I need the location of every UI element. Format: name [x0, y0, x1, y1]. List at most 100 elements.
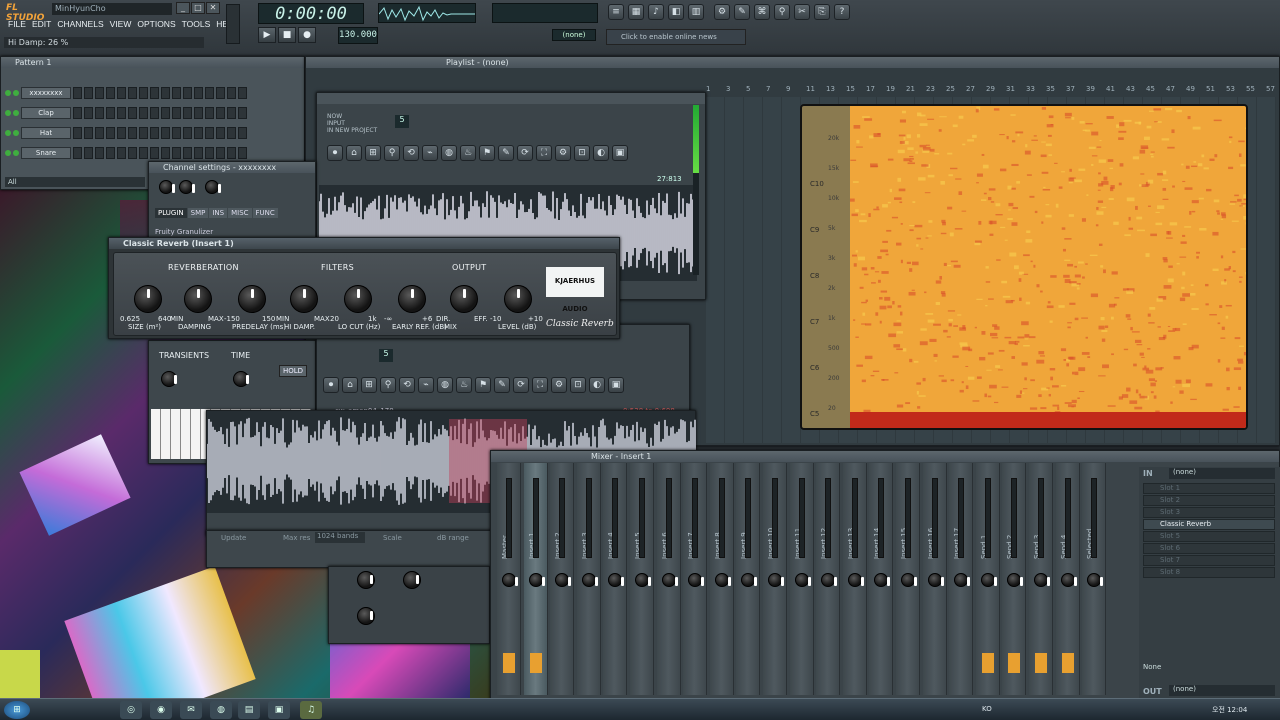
volume-fader[interactable] — [665, 478, 672, 558]
step-button[interactable] — [139, 107, 148, 119]
channel-led[interactable] — [13, 130, 19, 136]
sampler-tool-icon[interactable]: ⚑ — [479, 145, 495, 161]
tab-plugin[interactable]: PLUGIN — [155, 208, 187, 218]
mixer-strip[interactable]: Send 4 — [1055, 463, 1080, 695]
step-button[interactable] — [183, 87, 192, 99]
step-button[interactable] — [106, 107, 115, 119]
sampler-tool-icon[interactable]: ♨ — [460, 145, 476, 161]
step-button[interactable] — [183, 127, 192, 139]
volume-fader[interactable] — [745, 478, 752, 558]
channel-filter[interactable]: All — [5, 177, 145, 187]
step-button[interactable] — [84, 87, 93, 99]
pan-knob[interactable] — [1087, 573, 1104, 587]
step-button[interactable] — [205, 87, 214, 99]
sampler2-number[interactable]: 5 — [379, 349, 393, 362]
step-grid[interactable] — [73, 87, 247, 99]
pattern-selector[interactable]: (none) — [552, 29, 596, 41]
mixer-strip[interactable]: Insert 4 — [603, 463, 628, 695]
output-select[interactable]: (none) — [1169, 685, 1275, 696]
volume-fader[interactable] — [825, 478, 832, 558]
volume-fader[interactable] — [772, 478, 778, 558]
hold-button[interactable]: HOLD — [279, 365, 307, 377]
step-button[interactable] — [227, 127, 236, 139]
volume-fader[interactable] — [958, 478, 965, 558]
sampler-tool-icon[interactable]: ⌂ — [342, 377, 358, 393]
step-button[interactable] — [84, 127, 93, 139]
pan-knob[interactable] — [1034, 573, 1050, 587]
mixer-strip[interactable]: Insert 14 — [869, 463, 894, 695]
knob-c[interactable] — [357, 607, 375, 625]
sampler-tool-icon[interactable]: ⟲ — [399, 377, 415, 393]
step-button[interactable] — [172, 87, 181, 99]
pan-knob[interactable] — [555, 573, 572, 587]
channel-name[interactable]: xxxxxxxx — [21, 87, 71, 99]
tab-misc[interactable]: MISC — [228, 208, 252, 218]
step-button[interactable] — [172, 147, 181, 159]
step-button[interactable] — [139, 127, 148, 139]
step-button[interactable] — [150, 87, 159, 99]
sampler-tool-icon[interactable]: ◐ — [593, 145, 609, 161]
mixer-strip[interactable]: Insert 16 — [922, 463, 947, 695]
volume-fader[interactable] — [1064, 478, 1071, 558]
input-select[interactable]: (none) — [1169, 468, 1275, 479]
mixer-strip[interactable]: Send 2 — [1002, 463, 1027, 695]
pan-knob[interactable] — [159, 180, 175, 194]
volume-fader[interactable] — [851, 478, 858, 558]
maximize-button[interactable]: □ — [191, 2, 205, 14]
step-button[interactable] — [84, 147, 93, 159]
step-button[interactable] — [238, 147, 247, 159]
pan-knob[interactable] — [874, 573, 891, 587]
menu-channels[interactable]: CHANNELS — [57, 19, 103, 31]
step-button[interactable] — [117, 127, 126, 139]
sampler-tool-icon[interactable]: ◍ — [441, 145, 457, 161]
step-button[interactable] — [95, 127, 104, 139]
minimize-button[interactable]: _ — [176, 2, 190, 14]
mixer-strip[interactable]: Insert 3 — [576, 463, 601, 695]
step-button[interactable] — [238, 107, 247, 119]
pan-knob[interactable] — [980, 573, 997, 587]
tool-4-icon[interactable]: ⚲ — [774, 4, 790, 20]
volume-fader[interactable] — [612, 478, 619, 558]
step-button[interactable] — [161, 87, 170, 99]
step-button[interactable] — [150, 107, 159, 119]
pan-knob[interactable] — [688, 573, 705, 587]
browser-icon[interactable]: ◧ — [668, 4, 684, 20]
step-button[interactable] — [205, 107, 214, 119]
fx-slot[interactable]: Classic Reverb — [1143, 519, 1275, 530]
volume-fader[interactable] — [506, 478, 512, 558]
send-indicator[interactable] — [1008, 653, 1021, 673]
tempo-display[interactable]: 130.000 — [338, 27, 378, 44]
step-button[interactable] — [216, 107, 225, 119]
mixer-strip[interactable]: Insert 13 — [842, 463, 867, 695]
sampler-tool-icon[interactable]: ⟲ — [403, 145, 419, 161]
channel-led[interactable] — [13, 90, 19, 96]
mixer-strip[interactable]: Send 1 — [975, 463, 1000, 695]
mixer-strip[interactable]: Insert 9 — [736, 463, 761, 695]
volume-fader[interactable] — [585, 478, 592, 558]
channel-led[interactable] — [13, 150, 19, 156]
step-grid[interactable] — [73, 147, 247, 159]
sampler-tool-icon[interactable]: ♨ — [456, 377, 472, 393]
step-button[interactable] — [128, 107, 137, 119]
send-indicator[interactable] — [981, 653, 994, 673]
option-input[interactable]: INPUT — [327, 120, 377, 127]
tool-1-icon[interactable]: ⚙ — [714, 4, 730, 20]
pan-knob[interactable] — [741, 573, 758, 587]
volume-knob[interactable] — [179, 180, 195, 194]
volume-fader[interactable] — [984, 478, 991, 558]
channel-led[interactable] — [5, 90, 11, 96]
tab-smp[interactable]: SMP — [187, 208, 209, 218]
help-icon[interactable]: ? — [834, 4, 850, 20]
taskbar-app-6[interactable]: ▣ — [268, 701, 290, 719]
taskbar-app-4[interactable]: ◍ — [210, 701, 232, 719]
step-button[interactable] — [216, 147, 225, 159]
mixer-strip[interactable]: Insert 12 — [816, 463, 841, 695]
step-button[interactable] — [106, 87, 115, 99]
tool-3-icon[interactable]: ⌘ — [754, 4, 770, 20]
pan-knob[interactable] — [635, 573, 651, 587]
knob-b[interactable] — [403, 571, 421, 589]
sampler-tool-icon[interactable]: ⛶ — [536, 145, 552, 161]
pan-knob[interactable] — [714, 573, 731, 587]
mixer-strip[interactable]: Insert 10 — [763, 463, 787, 695]
volume-fader[interactable] — [798, 478, 805, 558]
